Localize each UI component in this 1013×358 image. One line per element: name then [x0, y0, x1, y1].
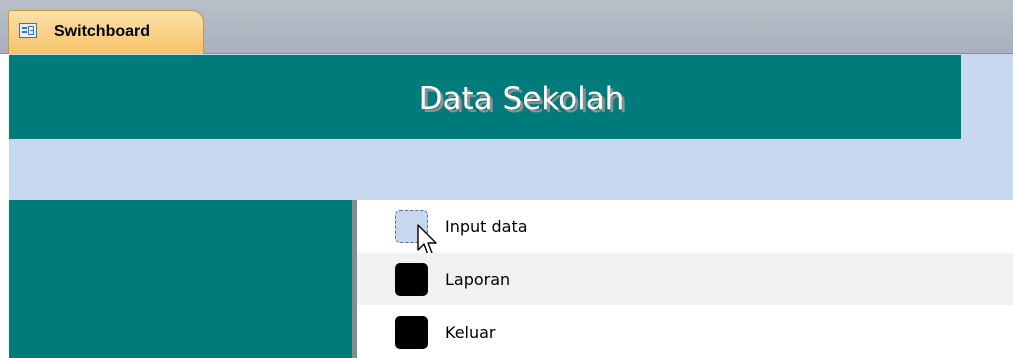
document-tab-bar: Switchboard — [0, 0, 1013, 54]
menu-item-label[interactable]: Keluar — [445, 323, 496, 342]
menu-item-laporan[interactable]: Laporan — [357, 253, 1013, 305]
form-icon — [19, 23, 37, 38]
menu-item-input-data[interactable]: Input data — [357, 200, 1013, 256]
menu-button-laporan[interactable] — [395, 263, 428, 296]
left-panel — [9, 200, 352, 358]
menu-item-label[interactable]: Laporan — [445, 270, 510, 289]
menu-button-keluar[interactable] — [395, 316, 428, 349]
tab-switchboard[interactable]: Switchboard — [8, 10, 204, 54]
switchboard-menu: Input data Laporan Keluar — [357, 200, 1013, 358]
menu-item-label[interactable]: Input data — [445, 217, 528, 236]
menu-item-keluar[interactable]: Keluar — [357, 306, 1013, 358]
tab-label: Switchboard — [54, 23, 151, 40]
form-header: Data Sekolah — [9, 55, 961, 139]
form-title: Data Sekolah — [418, 81, 625, 117]
